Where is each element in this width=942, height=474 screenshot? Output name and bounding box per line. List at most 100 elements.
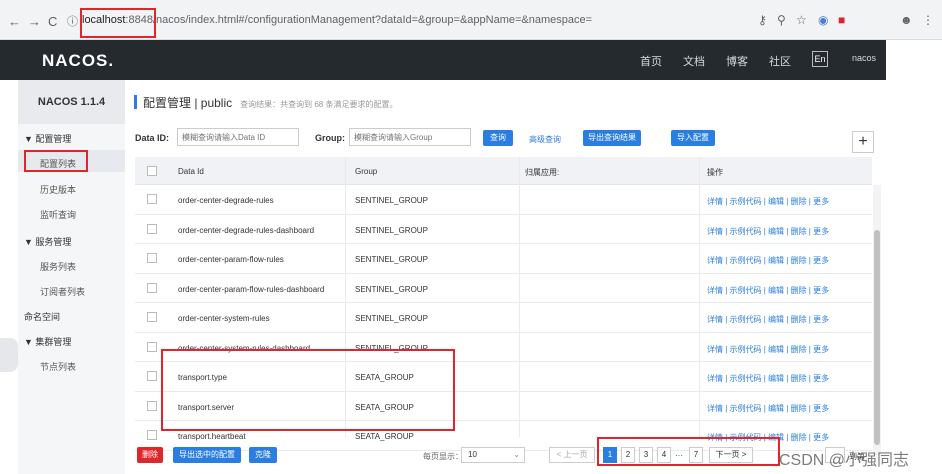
sidebar-item-namespace[interactable]: 命名空间 — [24, 310, 60, 323]
row-checkbox[interactable] — [147, 282, 157, 293]
cell-ops-links[interactable]: 详情 | 示例代码 | 编辑 | 删除 | 更多 — [707, 314, 829, 325]
page-size-value: 10 — [468, 450, 477, 459]
breadcrumb: 配置管理 | public 查询结果：共查询到 68 条满足要求的配置。 — [134, 94, 397, 111]
cell-group: SENTINEL_GROUP — [355, 284, 428, 294]
col-group: Group — [355, 167, 378, 176]
row-checkbox[interactable] — [147, 312, 157, 322]
back-icon[interactable]: ← — [8, 14, 21, 29]
menu-icon[interactable]: ⋮ — [922, 13, 934, 27]
cell-dataid: order-center-param-flow-rules-dashboard — [178, 284, 325, 294]
chevron-down-icon: ⌄ — [513, 450, 520, 459]
dataid-label: Data ID: — [135, 133, 170, 143]
sidebar-group-service[interactable]: ▼ 服务管理 — [24, 235, 71, 248]
export-query-button[interactable]: 导出查询结果 — [583, 130, 641, 146]
prev-page-button[interactable]: < 上一页 — [549, 447, 595, 463]
watermark: CSDN @小强同志 — [779, 452, 910, 469]
main-content: 配置管理 | public 查询结果：共查询到 68 条满足要求的配置。 Data… — [125, 80, 886, 474]
row-checkbox[interactable] — [147, 253, 157, 263]
cell-ops-links[interactable]: 详情 | 示例代码 | 编辑 | 删除 | 更多 — [707, 403, 829, 414]
table-row: order-center-param-flow-rules SENTINEL_GR… — [135, 244, 872, 274]
filter-bar: Data ID: Group: 查询 高级查询 导出查询结果 导入配置 — [135, 127, 875, 149]
row-checkbox[interactable] — [147, 430, 157, 440]
nacos-header: NACOS. 首页 文档 博客 社区 En nacos — [0, 40, 886, 80]
clone-button[interactable]: 克隆 — [249, 447, 277, 463]
cell-ops-links[interactable]: 详情 | 示例代码 | 编辑 | 删除 | 更多 — [707, 285, 829, 296]
group-input[interactable] — [349, 128, 471, 146]
query-button[interactable]: 查询 — [483, 130, 513, 146]
table-row: order-center-degrade-rules SENTINEL_GROUP… — [135, 185, 872, 215]
page-size-select[interactable]: 10 ⌄ — [461, 447, 525, 463]
address-bar[interactable]: localhost:8848/nacos/index.html#/configu… — [82, 14, 592, 26]
sidebar-item-listen-query[interactable]: 监听查询 — [40, 208, 76, 221]
sidebar-item-nodes[interactable]: 节点列表 — [40, 360, 76, 373]
dataid-input[interactable] — [177, 128, 299, 146]
cell-dataid: order-center-param-flow-rules — [178, 255, 284, 264]
row-checkbox[interactable] — [147, 341, 157, 352]
advanced-query-link[interactable]: 高级查询 — [529, 134, 561, 145]
cell-group: SENTINEL_GROUP — [355, 255, 428, 264]
table-row: order-center-system-rules SENTINEL_GROUP 详… — [135, 303, 872, 333]
select-all-checkbox[interactable] — [147, 166, 157, 176]
delete-button[interactable]: 删除 — [137, 447, 163, 463]
cell-ops-links[interactable]: 详情 | 示例代码 | 编辑 | 删除 | 更多 — [707, 373, 829, 384]
profile-icon[interactable]: ☻ — [900, 13, 913, 27]
language-toggle[interactable]: En — [812, 51, 828, 67]
sidebar-item-subscribers[interactable]: 订阅者列表 — [40, 285, 85, 298]
version-label: NACOS 1.1.4 — [18, 80, 125, 124]
url-path: /nacos/index.html#/configurationManageme… — [152, 14, 593, 26]
browser-toolbar: ← → C ⓘ localhost:8848/nacos/index.html#… — [0, 0, 942, 40]
page-title: 配置管理 | public — [143, 96, 233, 110]
info-icon[interactable]: ⓘ — [67, 13, 78, 29]
cell-ops-links[interactable]: 详情 | 示例代码 | 编辑 | 删除 | 更多 — [707, 255, 829, 266]
star-icon[interactable]: ☆ — [796, 13, 807, 27]
sidebar-item-service-list[interactable]: 服务列表 — [40, 260, 76, 273]
menu-blog[interactable]: 博客 — [726, 53, 748, 69]
cell-dataid: order-center-degrade-rules — [178, 196, 274, 205]
cell-ops-links[interactable]: 详情 | 示例代码 | 编辑 | 删除 | 更多 — [707, 226, 829, 237]
cell-ops-links[interactable]: 详情 | 示例代码 | 编辑 | 删除 | 更多 — [707, 344, 829, 355]
highlight-pager-box — [597, 437, 780, 466]
menu-docs[interactable]: 文档 — [683, 53, 705, 69]
sidebar-item-history[interactable]: 历史版本 — [40, 183, 76, 196]
row-checkbox[interactable] — [147, 223, 157, 234]
cell-group: SEATA_GROUP — [355, 432, 414, 441]
user-name[interactable]: nacos — [852, 53, 876, 63]
row-checkbox[interactable] — [147, 371, 157, 381]
highlight-port-box — [80, 8, 156, 38]
cell-group: SENTINEL_GROUP — [355, 225, 428, 235]
office-icon[interactable]: ■ — [838, 13, 845, 27]
scrollbar-thumb[interactable] — [874, 230, 880, 445]
import-config-button[interactable]: 导入配置 — [671, 130, 715, 146]
col-ops: 操作 — [707, 168, 723, 177]
menu-home[interactable]: 首页 — [640, 53, 662, 69]
col-app: 归属应用: — [525, 168, 560, 177]
sidebar: NACOS 1.1.4 ▼ 配置管理 配置列表 历史版本 监听查询 ▼ 服务管理… — [18, 80, 125, 474]
sidebar-group-config[interactable]: ▼ 配置管理 — [24, 132, 71, 145]
nacos-logo[interactable]: NACOS. — [42, 51, 114, 71]
page-size-label: 每页显示： — [423, 452, 463, 461]
forward-icon[interactable]: → — [28, 14, 41, 29]
highlight-config-list-box — [24, 150, 88, 172]
row-checkbox[interactable] — [147, 400, 157, 411]
collapse-tab[interactable] — [0, 338, 18, 372]
add-config-button[interactable]: + — [852, 131, 874, 153]
export-selected-button[interactable]: 导出选中的配置 — [173, 447, 241, 463]
cell-dataid: order-center-system-rules — [178, 314, 270, 323]
extension-icon[interactable]: ◉ — [818, 13, 828, 27]
sidebar-group-cluster[interactable]: ▼ 集群管理 — [24, 335, 71, 348]
table-scrollbar[interactable] — [873, 185, 881, 455]
breadcrumb-bar — [134, 95, 137, 109]
menu-community[interactable]: 社区 — [769, 53, 791, 69]
key-icon[interactable]: ⚷ — [758, 13, 767, 27]
zoom-icon[interactable]: ⚲ — [777, 13, 786, 27]
table-header: Data Id Group 归属应用: 操作 — [135, 157, 872, 185]
highlight-seata-rows-box — [161, 349, 455, 431]
cell-ops-links[interactable]: 详情 | 示例代码 | 编辑 | 删除 | 更多 — [707, 196, 829, 207]
group-label: Group: — [315, 133, 345, 143]
cell-dataid: order-center-degrade-rules-dashboard — [178, 225, 315, 235]
table-row: order-center-param-flow-rules-dashboard S… — [135, 274, 872, 303]
row-checkbox[interactable] — [147, 194, 157, 204]
cell-group: SENTINEL_GROUP — [355, 196, 428, 205]
table-row: order-center-degrade-rules-dashboard SENT… — [135, 215, 872, 244]
reload-icon[interactable]: C — [48, 14, 57, 29]
